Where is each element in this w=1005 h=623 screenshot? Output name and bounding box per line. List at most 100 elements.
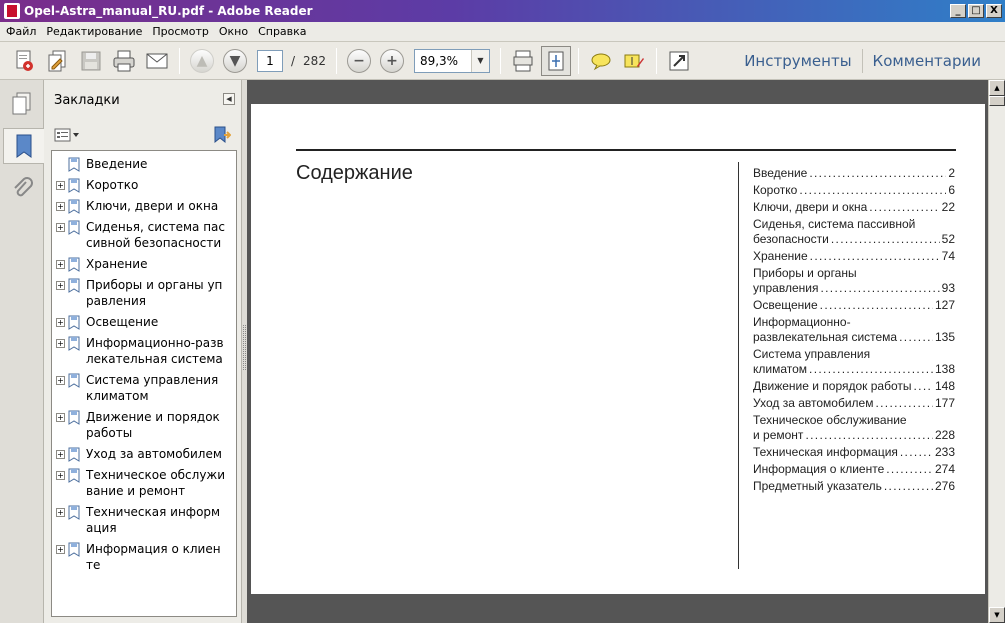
bookmark-item[interactable]: + Информация о клиенте xyxy=(52,539,236,576)
bookmark-item[interactable]: + Приборы и органы управления xyxy=(52,275,236,312)
toc-leader-dots xyxy=(914,379,933,394)
toc-page-number: 2 xyxy=(948,166,955,180)
splitter-grip[interactable] xyxy=(243,325,246,370)
toc-entry-last-line: Информация о клиенте 274 xyxy=(753,462,955,477)
toc-entry-last-line: Предметный указатель 276 xyxy=(753,479,955,494)
menu-edit[interactable]: Редактирование xyxy=(46,25,142,38)
maximize-button[interactable]: □ xyxy=(968,4,984,18)
expand-icon[interactable]: + xyxy=(56,260,65,269)
toc-entry[interactable]: Система управленияклиматом 138 xyxy=(753,347,955,377)
bookmark-item[interactable]: + Информационно-развлекательная система xyxy=(52,333,236,370)
toc-entry[interactable]: Техническая информация 233 xyxy=(753,445,955,460)
document-viewport[interactable]: Содержание Введение 2 Коротко 6 Ключи, двери… xyxy=(247,80,988,623)
scroll-thumb[interactable] xyxy=(989,96,1005,106)
comments-pane-button[interactable]: Комментарии xyxy=(863,52,991,70)
toc-leader-dots xyxy=(809,166,946,181)
toc-entry[interactable]: Хранение 74 xyxy=(753,249,955,264)
scroll-mode-button[interactable] xyxy=(508,46,538,76)
highlight-button[interactable] xyxy=(619,46,649,76)
menu-file[interactable]: Файл xyxy=(6,25,36,38)
bookmark-item[interactable]: + Ключи, двери и окна xyxy=(52,196,236,217)
save-button[interactable] xyxy=(76,46,106,76)
bookmark-icon xyxy=(68,468,80,483)
bookmark-item[interactable]: + Сиденья, система пассивной безопасности xyxy=(52,217,236,254)
toc-page-number: 148 xyxy=(934,379,955,393)
toc-entry-line: Информационно- xyxy=(753,315,851,329)
expand-icon[interactable]: + xyxy=(56,318,65,327)
bookmark-icon xyxy=(68,278,80,293)
toc-entry[interactable]: Сиденья, система пассивнойбезопасности 52 xyxy=(753,217,955,247)
expand-icon[interactable]: + xyxy=(56,471,65,480)
options-menu-button[interactable] xyxy=(54,127,80,143)
new-bookmark-button[interactable] xyxy=(213,126,232,147)
bookmark-item[interactable]: + Система управления климатом xyxy=(52,370,236,407)
tools-pane-button[interactable]: Инструменты xyxy=(734,52,861,70)
bookmark-item[interactable]: + Техническая информация xyxy=(52,502,236,539)
prev-page-button[interactable]: ▲ xyxy=(187,46,217,76)
bookmark-item[interactable]: +Введение xyxy=(52,154,236,175)
bookmark-label: Движение и порядок работы xyxy=(86,410,220,440)
bookmark-item[interactable]: + Коротко xyxy=(52,175,236,196)
chevron-down-icon[interactable]: ▼ xyxy=(470,49,489,72)
bookmark-item[interactable]: + Движение и порядок работы xyxy=(52,407,236,444)
toc-entry[interactable]: Ключи, двери и окна 22 xyxy=(753,200,955,215)
toc-page-number: 74 xyxy=(941,249,955,263)
comment-button[interactable] xyxy=(586,46,616,76)
menu-help[interactable]: Справка xyxy=(258,25,306,38)
bookmarks-button[interactable] xyxy=(3,128,44,164)
toc-entry[interactable]: Коротко 6 xyxy=(753,183,955,198)
expand-icon[interactable]: + xyxy=(56,223,65,232)
menu-view[interactable]: Просмотр xyxy=(152,25,208,38)
vertical-scrollbar[interactable]: ▲ ▼ xyxy=(988,80,1005,623)
minimize-button[interactable]: _ xyxy=(950,4,966,18)
collapse-panel-icon[interactable]: ◀ xyxy=(223,93,235,105)
expand-icon[interactable]: + xyxy=(56,339,65,348)
zoom-select[interactable]: 89,3% ▼ xyxy=(413,48,490,73)
toc-page-number: 276 xyxy=(934,479,955,493)
expand-icon[interactable]: + xyxy=(56,508,65,517)
bookmark-item[interactable]: + Уход за автомобилем xyxy=(52,444,236,465)
bookmark-icon xyxy=(68,373,80,388)
fullscreen-button[interactable] xyxy=(664,46,694,76)
zoom-in-button[interactable]: + xyxy=(377,46,407,76)
print-button[interactable] xyxy=(109,46,139,76)
edit-button[interactable] xyxy=(43,46,73,76)
page-number-input[interactable]: 1 xyxy=(257,49,283,72)
page-thumbnails-button[interactable] xyxy=(3,86,41,122)
toc-entry[interactable]: Введение 2 xyxy=(753,166,955,181)
scroll-down-button[interactable]: ▼ xyxy=(989,607,1005,623)
toc-entry[interactable]: Информационно-развлекательная система 135 xyxy=(753,315,955,345)
toc-page-number: 138 xyxy=(934,362,955,376)
bookmark-item[interactable]: + Освещение xyxy=(52,312,236,333)
zoom-out-button[interactable]: − xyxy=(344,46,374,76)
toolbar-separator xyxy=(577,47,579,74)
expand-icon[interactable]: + xyxy=(56,281,65,290)
next-page-button[interactable]: ▼ xyxy=(220,46,250,76)
expand-icon[interactable]: + xyxy=(56,545,65,554)
bookmark-item[interactable]: + Хранение xyxy=(52,254,236,275)
scroll-up-button[interactable]: ▲ xyxy=(989,80,1005,96)
fit-page-button[interactable] xyxy=(540,45,571,76)
expand-icon[interactable]: + xyxy=(56,450,65,459)
toc-entry[interactable]: Техническое обслуживаниеи ремонт 228 xyxy=(753,413,955,443)
toc-entry[interactable]: Предметный указатель 276 xyxy=(753,479,955,494)
expand-icon[interactable]: + xyxy=(56,376,65,385)
column-divider xyxy=(738,162,739,569)
toc-entry[interactable]: Уход за автомобилем 177 xyxy=(753,396,955,411)
expand-icon[interactable]: + xyxy=(56,202,65,211)
attachments-button[interactable] xyxy=(3,170,41,206)
bookmark-label: Приборы и органы управления xyxy=(86,278,223,308)
toc-entry[interactable]: Движение и порядок работы 148 xyxy=(753,379,955,394)
menu-window[interactable]: Окно xyxy=(219,25,248,38)
create-pdf-button[interactable] xyxy=(10,46,40,76)
expand-icon[interactable]: + xyxy=(56,413,65,422)
expand-icon[interactable]: + xyxy=(56,181,65,190)
toc-entry[interactable]: Информация о клиенте 274 xyxy=(753,462,955,477)
email-button[interactable] xyxy=(142,46,172,76)
bookmarks-title: Закладки xyxy=(54,92,120,108)
toc-leader-dots xyxy=(820,281,939,296)
close-button[interactable]: X xyxy=(986,4,1002,18)
bookmark-item[interactable]: + Техническое обслуживание и ремонт xyxy=(52,465,236,502)
toc-entry[interactable]: Приборы и органыуправления 93 xyxy=(753,266,955,296)
toc-entry[interactable]: Освещение 127 xyxy=(753,298,955,313)
